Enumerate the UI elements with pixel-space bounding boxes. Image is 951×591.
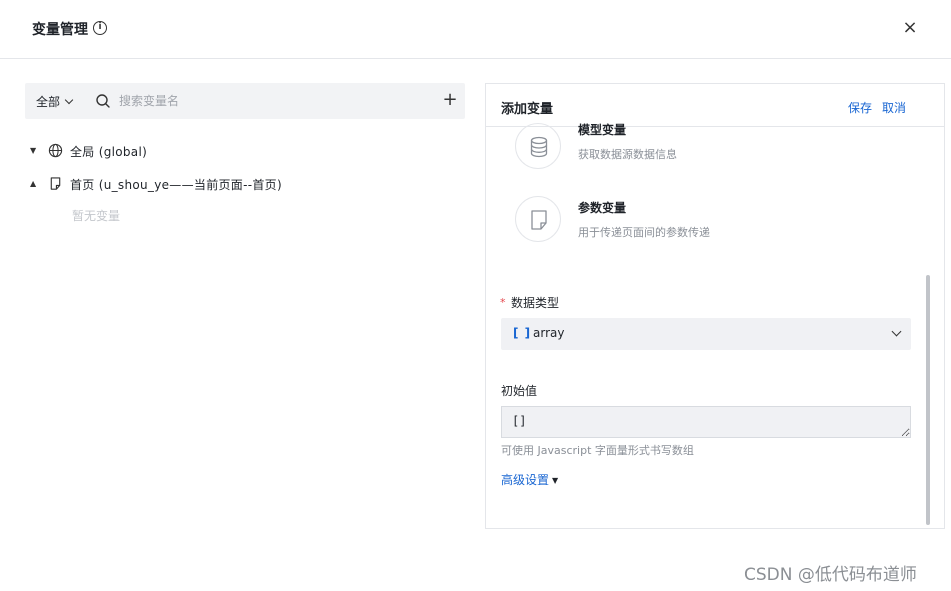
tree-node-label: 全局 (global) (70, 145, 148, 159)
data-type-label: 数据类型 (511, 296, 560, 310)
scope-dropdown[interactable]: 全部 (36, 93, 74, 110)
chevron-down-icon (64, 95, 74, 105)
advanced-settings-label: 高级设置 (501, 473, 550, 487)
data-type-select[interactable]: [ ] array (501, 318, 911, 350)
type-icon-circle (515, 196, 561, 242)
tree-node-label: 首页 (u_shou_ye——当前页面--首页) (70, 178, 282, 192)
variable-type-parameter[interactable]: 参数变量 用于传递页面间的参数传递 (515, 196, 915, 246)
type-description: 获取数据源数据信息 (578, 148, 677, 161)
panel-header: 添加变量 保存 取消 (486, 84, 944, 127)
cancel-button[interactable]: 取消 (882, 99, 906, 116)
initial-value-label: 初始值 (501, 384, 538, 398)
tree-node-global[interactable]: ▼ 全局 (global) (30, 142, 230, 160)
variable-toolbar: 全部 + (25, 83, 465, 119)
data-type-value: array (533, 326, 565, 340)
type-icon-circle (515, 123, 561, 169)
document-icon (531, 210, 547, 230)
close-button[interactable]: × (900, 16, 920, 40)
search-icon (96, 94, 110, 108)
empty-variables-text: 暂无变量 (72, 209, 121, 223)
array-icon: [ ] (513, 326, 532, 340)
save-button[interactable]: 保存 (848, 99, 872, 116)
page-icon (50, 177, 61, 190)
required-mark: * (500, 296, 506, 309)
globe-icon (48, 143, 63, 158)
dialog-title: 变量管理 (32, 22, 88, 38)
type-description: 用于传递页面间的参数传递 (578, 226, 710, 239)
database-icon (530, 136, 548, 158)
panel-title: 添加变量 (501, 102, 554, 117)
initial-value-hint: 可使用 Javascript 字面量形式书写数组 (501, 444, 694, 457)
chevron-down-icon (891, 326, 902, 337)
variable-type-model[interactable]: 模型变量 获取数据源数据信息 (515, 123, 915, 173)
caret-down-icon: ▼ (552, 476, 559, 485)
add-variable-panel: 添加变量 保存 取消 模型变量 获取数据源数据信息 参数变量 用于传递页面间的参… (485, 83, 945, 529)
caret-down-icon[interactable]: ▼ (30, 146, 36, 155)
panel-scrollbar[interactable] (926, 275, 930, 525)
type-name: 模型变量 (578, 123, 627, 137)
add-variable-button[interactable]: + (440, 89, 460, 111)
dialog-header: 变量管理 i × (0, 0, 951, 59)
info-icon[interactable]: i (93, 21, 107, 35)
tree-node-page[interactable]: ▲ 首页 (u_shou_ye——当前页面--首页) (30, 175, 330, 193)
advanced-settings-toggle[interactable]: 高级设置 ▼ (501, 471, 558, 488)
initial-value-input[interactable]: [] (501, 406, 911, 438)
type-name: 参数变量 (578, 201, 627, 215)
caret-up-icon[interactable]: ▲ (30, 179, 36, 188)
watermark: CSDN @低代码布道师 (744, 565, 917, 585)
search-input[interactable] (119, 92, 419, 110)
scope-label: 全部 (36, 95, 61, 109)
